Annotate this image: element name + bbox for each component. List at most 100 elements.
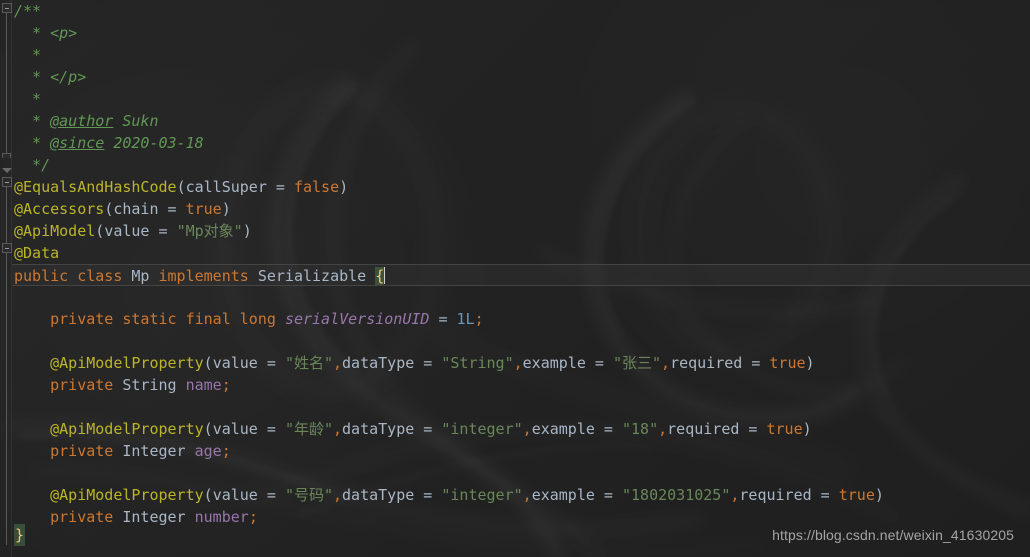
code-token: Integer (122, 442, 186, 460)
code-token: @since (50, 134, 105, 152)
code-token: ( (104, 200, 114, 218)
code-line[interactable]: @Data (12, 242, 1030, 264)
code-token: serialVersionUID (284, 310, 430, 328)
code-token: required (667, 420, 740, 438)
code-line[interactable]: private Integer number; (12, 506, 1030, 528)
code-line[interactable]: @EqualsAndHashCode(callSuper = false) (12, 176, 1030, 198)
code-token: value (212, 420, 258, 438)
code-token: , (522, 486, 532, 504)
code-token: = (149, 222, 177, 240)
code-token: example (531, 486, 595, 504)
fold-bar-javadoc (6, 13, 7, 153)
code-token: ( (203, 486, 213, 504)
code-token: true (838, 486, 875, 504)
code-token: public (14, 267, 69, 285)
editor-gutter[interactable] (0, 0, 12, 557)
code-token: "integer" (441, 486, 523, 504)
code-token: false (293, 178, 340, 196)
code-token: "号码" (284, 486, 333, 504)
code-token: = (739, 420, 767, 438)
fold-marker-class-annotations[interactable] (2, 177, 12, 187)
code-token: "Mp对象" (176, 222, 243, 240)
code-token: ) (805, 354, 815, 372)
code-token: true (766, 420, 803, 438)
code-line[interactable]: @ApiModelProperty(value = "姓名",dataType … (12, 352, 1030, 374)
code-line[interactable]: @ApiModel(value = "Mp对象") (12, 220, 1030, 242)
code-token: /** (14, 2, 42, 20)
code-token: @ApiModel (14, 222, 96, 240)
code-token: = (257, 486, 285, 504)
code-line[interactable]: @Accessors(chain = true) (12, 198, 1030, 220)
code-line[interactable] (12, 396, 1030, 418)
code-token: </p> (50, 68, 87, 86)
code-token: * (14, 68, 51, 86)
code-line[interactable]: /** (12, 0, 1030, 22)
code-token: @author (50, 112, 114, 130)
code-token: private (50, 508, 114, 526)
text-caret (384, 267, 386, 284)
code-token: <p> (50, 24, 78, 42)
code-line[interactable]: */ (12, 154, 1030, 176)
code-token: = (414, 354, 442, 372)
code-token: example (531, 420, 595, 438)
code-token: @ApiModelProperty (50, 420, 204, 438)
code-token: , (658, 420, 668, 438)
code-token: @Data (14, 244, 60, 262)
code-token: ( (203, 354, 213, 372)
code-token: = (429, 310, 457, 328)
code-line[interactable]: @ApiModelProperty(value = "年龄",dataType … (12, 418, 1030, 440)
fold-bar-annotations (6, 187, 7, 244)
code-token: String (122, 376, 177, 394)
code-line[interactable]: public class Mp implements Serializable … (12, 264, 1030, 286)
code-token: = (594, 420, 622, 438)
code-token: = (414, 420, 442, 438)
code-area[interactable]: /** * <p> * * </p> * * @author Sukn * @s… (12, 0, 1030, 557)
code-token: * (14, 90, 42, 108)
code-token: value (212, 354, 258, 372)
code-token: 1L (456, 310, 475, 328)
code-token: required (670, 354, 743, 372)
code-line[interactable]: * @since 2020-03-18 (12, 132, 1030, 154)
code-token: number (194, 508, 249, 526)
code-token: private (50, 310, 114, 328)
fold-marker-class-body[interactable] (2, 243, 12, 253)
fold-marker-javadoc[interactable] (2, 3, 12, 13)
code-line[interactable] (12, 286, 1030, 308)
code-token: ( (176, 178, 186, 196)
code-token: * (14, 112, 51, 130)
code-token: @Accessors (14, 200, 105, 218)
code-token: Sukn (113, 112, 159, 130)
code-line[interactable]: private static final long serialVersionU… (12, 308, 1030, 330)
code-token: static (122, 310, 177, 328)
fold-arrow-annotations[interactable] (2, 168, 12, 173)
code-token: "integer" (441, 420, 523, 438)
code-line[interactable]: * (12, 88, 1030, 110)
code-line[interactable]: * @author Sukn (12, 110, 1030, 132)
code-line[interactable]: private Integer age; (12, 440, 1030, 462)
code-line[interactable]: * <p> (12, 22, 1030, 44)
code-line[interactable] (12, 330, 1030, 352)
code-line[interactable]: @ApiModelProperty(value = "号码",dataType … (12, 484, 1030, 506)
code-token: "姓名" (284, 354, 333, 372)
editor-window: /** * <p> * * </p> * * @author Sukn * @s… (0, 0, 1030, 557)
code-line[interactable]: private String name; (12, 374, 1030, 396)
code-token: @ApiModelProperty (50, 486, 204, 504)
code-token: @EqualsAndHashCode (14, 178, 177, 196)
code-line[interactable] (12, 462, 1030, 484)
code-line[interactable]: * (12, 44, 1030, 66)
fold-cap-javadoc (2, 153, 11, 158)
code-token: age (194, 442, 222, 460)
code-line[interactable]: * </p> (12, 66, 1030, 88)
code-token: private (50, 442, 114, 460)
code-token: dataType (342, 354, 415, 372)
code-token: = (585, 354, 613, 372)
